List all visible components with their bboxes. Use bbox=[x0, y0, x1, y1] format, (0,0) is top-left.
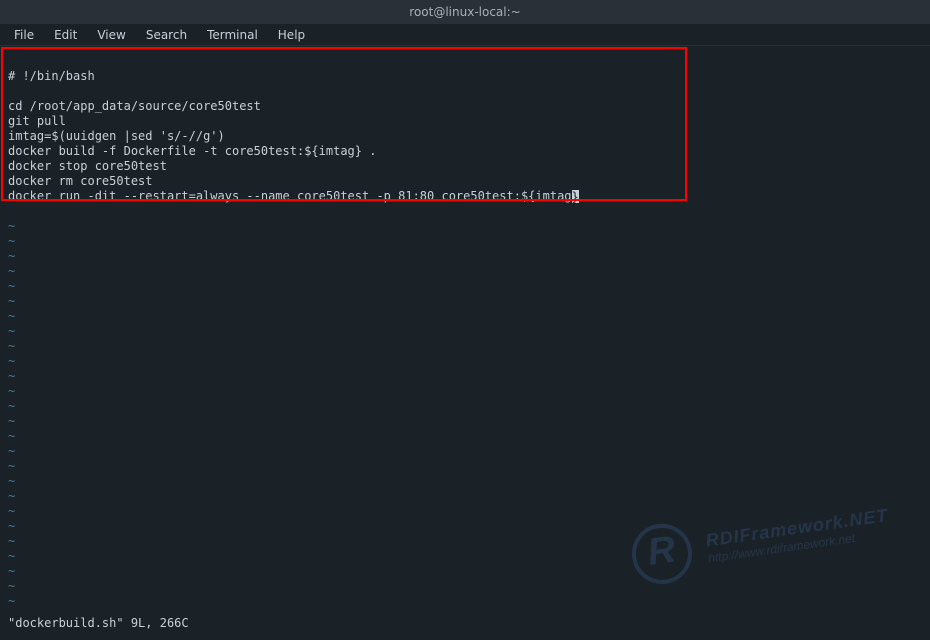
vim-status-line: "dockerbuild.sh" 9L, 266C bbox=[8, 616, 189, 630]
script-line: docker build -f Dockerfile -t core50test… bbox=[8, 144, 376, 158]
editor-content: # !/bin/bash cd /root/app_data/source/co… bbox=[0, 46, 930, 617]
cursor: } bbox=[572, 190, 579, 203]
menu-search[interactable]: Search bbox=[136, 26, 197, 44]
menu-help[interactable]: Help bbox=[268, 26, 315, 44]
script-line: git pull bbox=[8, 114, 66, 128]
tilde-lines: ~ ~ ~ ~ ~ ~ ~ ~ ~ ~ ~ ~ ~ ~ ~ ~ ~ ~ ~ ~ … bbox=[8, 219, 15, 608]
window-title: root@linux-local:~ bbox=[409, 5, 520, 19]
script-line: cd /root/app_data/source/core50test bbox=[8, 99, 261, 113]
menu-view[interactable]: View bbox=[87, 26, 135, 44]
menu-edit[interactable]: Edit bbox=[44, 26, 87, 44]
script-line: imtag=$(uuidgen |sed 's/-//g') bbox=[8, 129, 225, 143]
titlebar: root@linux-local:~ bbox=[0, 0, 930, 24]
script-line: docker rm core50test bbox=[8, 174, 153, 188]
menubar: File Edit View Search Terminal Help bbox=[0, 24, 930, 46]
menu-file[interactable]: File bbox=[4, 26, 44, 44]
script-line: docker run -dit --restart=always --name … bbox=[8, 189, 579, 203]
menu-terminal[interactable]: Terminal bbox=[197, 26, 268, 44]
script-line: docker stop core50test bbox=[8, 159, 167, 173]
terminal-area[interactable]: # !/bin/bash cd /root/app_data/source/co… bbox=[0, 46, 930, 640]
script-line: # !/bin/bash bbox=[8, 69, 95, 83]
